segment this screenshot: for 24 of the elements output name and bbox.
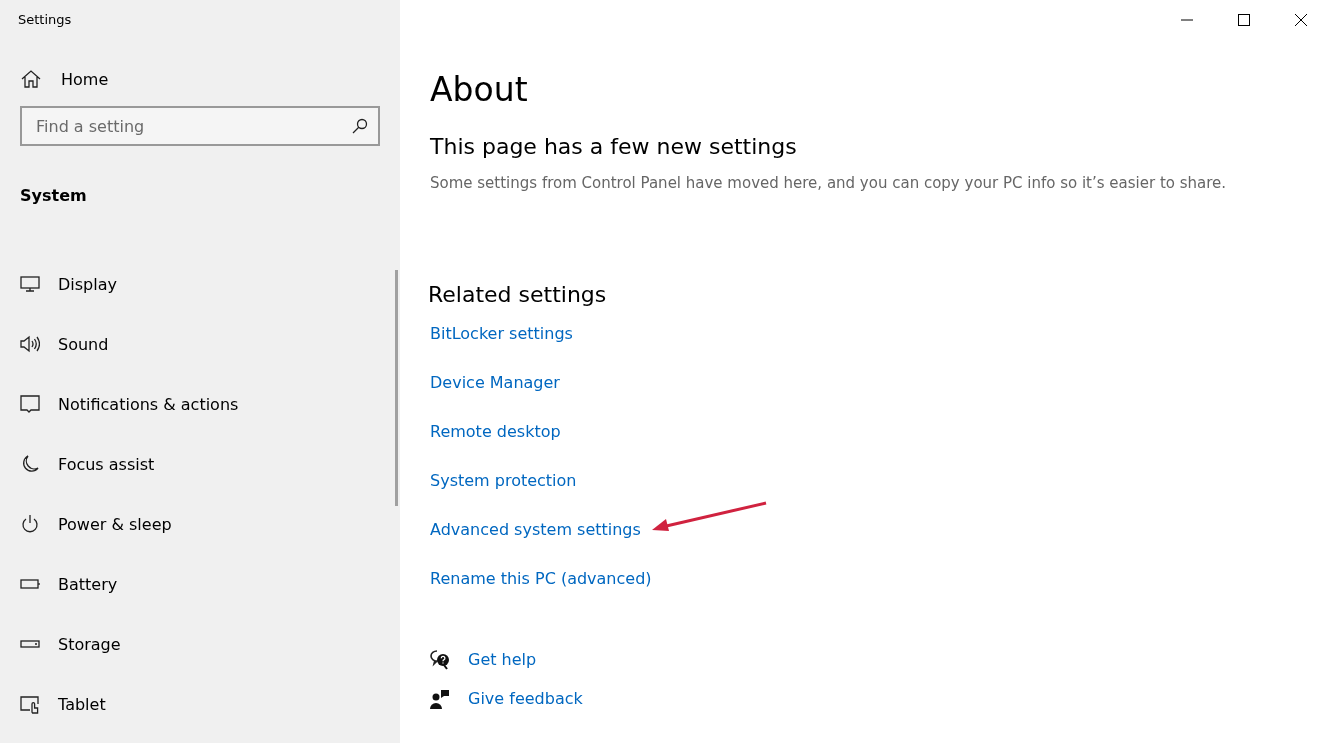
page-title: About: [430, 69, 529, 111]
section-heading: System: [20, 186, 88, 207]
nav-item[interactable]: Notifications & actions: [0, 374, 400, 434]
settings-link[interactable]: Advanced system settings: [430, 518, 641, 541]
window-title: Settings: [17, 11, 73, 29]
settings-link[interactable]: Device Manager: [430, 371, 560, 394]
search-field[interactable]: Find a setting: [20, 106, 380, 146]
settings-link[interactable]: Rename this PC (advanced): [430, 567, 652, 590]
help-link[interactable]: Give feedback: [430, 687, 583, 710]
nav-item[interactable]: Storage: [0, 614, 400, 674]
notice-heading: This page has a few new settings: [430, 133, 798, 161]
settings-link[interactable]: BitLocker settings: [430, 322, 573, 345]
nav-item[interactable]: Display: [0, 254, 400, 314]
nav-item[interactable]: Sound: [0, 314, 400, 374]
settings-link[interactable]: System protection: [430, 469, 577, 492]
nav-item[interactable]: Tablet: [0, 674, 400, 734]
nav-item[interactable]: Focus assist: [0, 434, 400, 494]
home-link[interactable]: Home: [21, 64, 400, 94]
notice-text: Some settings from Control Panel have moved here, and you can copy your PC info so it’s easier to share.: [430, 173, 1228, 194]
help-link[interactable]: Get help: [430, 648, 537, 671]
section-heading: Related settings: [428, 281, 608, 309]
nav-item[interactable]: Battery: [0, 554, 400, 614]
nav-item[interactable]: Power & sleep: [0, 494, 400, 554]
settings-link[interactable]: Remote desktop: [430, 420, 561, 443]
